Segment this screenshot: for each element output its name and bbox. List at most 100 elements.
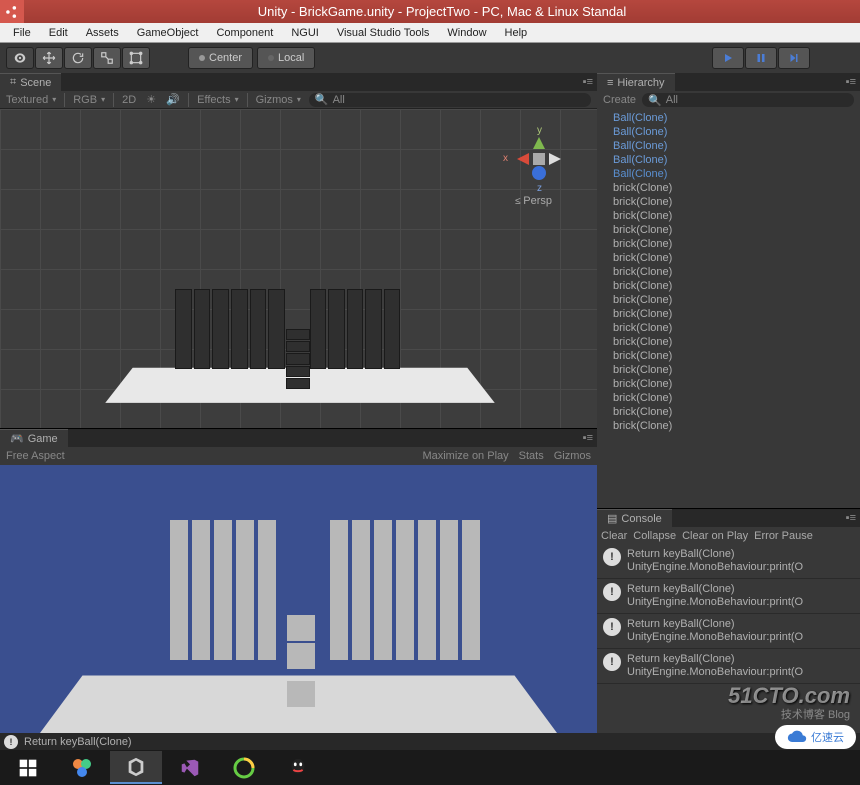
scene-context-menu[interactable]: ▪≡	[579, 76, 593, 88]
menu-file[interactable]: File	[4, 25, 40, 41]
menu-component[interactable]: Component	[207, 25, 282, 41]
hierarchy-item[interactable]: brick(Clone)	[597, 293, 860, 307]
scene-tab[interactable]: ⌗ Scene	[0, 73, 61, 91]
2d-toggle[interactable]: 2D	[122, 94, 136, 106]
stats-toggle[interactable]: Stats	[519, 450, 544, 462]
toolbar: Center Local	[0, 43, 860, 73]
hierarchy-item[interactable]: brick(Clone)	[597, 363, 860, 377]
hierarchy-item[interactable]: brick(Clone)	[597, 279, 860, 293]
menu-ngui[interactable]: NGUI	[282, 25, 328, 41]
hierarchy-context-menu[interactable]: ▪≡	[842, 76, 856, 88]
hierarchy-item[interactable]: Ball(Clone)	[597, 111, 860, 125]
hierarchy-search[interactable]: 🔍All	[642, 93, 854, 107]
hierarchy-item[interactable]: brick(Clone)	[597, 265, 860, 279]
shading-mode[interactable]: Textured	[6, 94, 56, 106]
hierarchy-item[interactable]: Ball(Clone)	[597, 167, 860, 181]
persp-label: ≤ Persp	[515, 195, 552, 207]
hierarchy-item[interactable]: brick(Clone)	[597, 209, 860, 223]
status-log-icon: !	[4, 735, 18, 749]
log-entry[interactable]: !Return keyBall(Clone)UnityEngine.MonoBe…	[597, 544, 860, 579]
log-info-icon: !	[603, 583, 621, 601]
hierarchy-item[interactable]: Ball(Clone)	[597, 153, 860, 167]
console-tab[interactable]: ▤ Console	[597, 509, 672, 527]
rotate-tool[interactable]	[64, 47, 92, 69]
hierarchy-item[interactable]: brick(Clone)	[597, 419, 860, 433]
start-button[interactable]	[2, 751, 54, 784]
menu-edit[interactable]: Edit	[40, 25, 77, 41]
hierarchy-item[interactable]: brick(Clone)	[597, 237, 860, 251]
menu-help[interactable]: Help	[496, 25, 537, 41]
scale-tool[interactable]	[93, 47, 121, 69]
game-context-menu[interactable]: ▪≡	[579, 432, 593, 444]
watermark-sub: 技术博客 Blog	[781, 706, 850, 722]
maximize-toggle[interactable]: Maximize on Play	[422, 450, 508, 462]
pause-button[interactable]	[745, 47, 777, 69]
window-title: Unity - BrickGame.unity - ProjectTwo - P…	[24, 4, 860, 19]
rect-tool[interactable]	[122, 47, 150, 69]
game-tab-header: 🎮 Game ▪≡	[0, 429, 597, 447]
menu-vstools[interactable]: Visual Studio Tools	[328, 25, 439, 41]
scene-search[interactable]: 🔍All	[309, 93, 591, 107]
menu-gameobject[interactable]: GameObject	[128, 25, 208, 41]
step-button[interactable]	[778, 47, 810, 69]
log-entry[interactable]: !Return keyBall(Clone)UnityEngine.MonoBe…	[597, 614, 860, 649]
scene-tab-header: ⌗ Scene ▪≡	[0, 73, 597, 91]
pivot-local[interactable]: Local	[257, 47, 315, 69]
create-dropdown[interactable]: Create	[603, 94, 636, 106]
titlebar: Unity - BrickGame.unity - ProjectTwo - P…	[0, 0, 860, 23]
clear-on-play-toggle[interactable]: Clear on Play	[682, 530, 748, 542]
hierarchy-item[interactable]: brick(Clone)	[597, 195, 860, 209]
log-info-icon: !	[603, 618, 621, 636]
hierarchy-item[interactable]: brick(Clone)	[597, 405, 860, 419]
hierarchy-toolbar: Create 🔍All	[597, 91, 860, 109]
error-pause-toggle[interactable]: Error Pause	[754, 530, 813, 542]
task-qq[interactable]	[272, 751, 324, 784]
hierarchy-item[interactable]: brick(Clone)	[597, 181, 860, 195]
pivot-center[interactable]: Center	[188, 47, 253, 69]
hierarchy-tab-header: ≡ Hierarchy ▪≡	[597, 73, 860, 91]
clear-button[interactable]: Clear	[601, 530, 627, 542]
log-entry[interactable]: !Return keyBall(Clone)UnityEngine.MonoBe…	[597, 649, 860, 684]
hierarchy-item[interactable]: Ball(Clone)	[597, 139, 860, 153]
menu-assets[interactable]: Assets	[77, 25, 128, 41]
effects-dropdown[interactable]: Effects	[197, 94, 238, 106]
hierarchy-list[interactable]: Ball(Clone)Ball(Clone)Ball(Clone)Ball(Cl…	[597, 109, 860, 508]
game-gizmos[interactable]: Gizmos	[554, 450, 591, 462]
game-view[interactable]	[0, 465, 597, 733]
scene-view[interactable]: y x z ≤ Persp	[0, 109, 597, 428]
hierarchy-item[interactable]: brick(Clone)	[597, 223, 860, 237]
audio-icon[interactable]: 🔊	[166, 93, 180, 106]
scene-toolbar: Textured RGB 2D ☀ 🔊 Effects Gizmos 🔍All	[0, 91, 597, 109]
console-icon: ▤	[607, 512, 617, 525]
play-button[interactable]	[712, 47, 744, 69]
hierarchy-tab[interactable]: ≡ Hierarchy	[597, 73, 675, 91]
gizmos-dropdown[interactable]: Gizmos	[256, 94, 301, 106]
task-unity[interactable]	[110, 751, 162, 784]
hierarchy-item[interactable]: brick(Clone)	[597, 321, 860, 335]
log-entry[interactable]: !Return keyBall(Clone)UnityEngine.MonoBe…	[597, 579, 860, 614]
status-message: Return keyBall(Clone)	[24, 736, 132, 748]
render-mode[interactable]: RGB	[73, 94, 105, 106]
game-toolbar: Free Aspect Maximize on Play Stats Gizmo…	[0, 447, 597, 465]
task-app1[interactable]	[56, 751, 108, 784]
task-vs[interactable]	[164, 751, 216, 784]
hierarchy-item[interactable]: brick(Clone)	[597, 377, 860, 391]
console-toolbar: Clear Collapse Clear on Play Error Pause	[597, 527, 860, 544]
light-icon[interactable]: ☀	[144, 93, 158, 106]
menu-window[interactable]: Window	[438, 25, 495, 41]
hand-tool[interactable]	[6, 47, 34, 69]
game-tab[interactable]: 🎮 Game	[0, 429, 68, 447]
collapse-toggle[interactable]: Collapse	[633, 530, 676, 542]
scene-gizmo[interactable]: y x z ≤ Persp	[509, 129, 569, 209]
console-context-menu[interactable]: ▪≡	[842, 512, 856, 524]
hierarchy-item[interactable]: brick(Clone)	[597, 307, 860, 321]
hierarchy-item[interactable]: brick(Clone)	[597, 391, 860, 405]
hierarchy-item[interactable]: brick(Clone)	[597, 251, 860, 265]
task-browser[interactable]	[218, 751, 270, 784]
menubar: File Edit Assets GameObject Component NG…	[0, 23, 860, 43]
hierarchy-item[interactable]: brick(Clone)	[597, 349, 860, 363]
hierarchy-item[interactable]: Ball(Clone)	[597, 125, 860, 139]
hierarchy-item[interactable]: brick(Clone)	[597, 335, 860, 349]
aspect-dropdown[interactable]: Free Aspect	[6, 450, 65, 462]
move-tool[interactable]	[35, 47, 63, 69]
